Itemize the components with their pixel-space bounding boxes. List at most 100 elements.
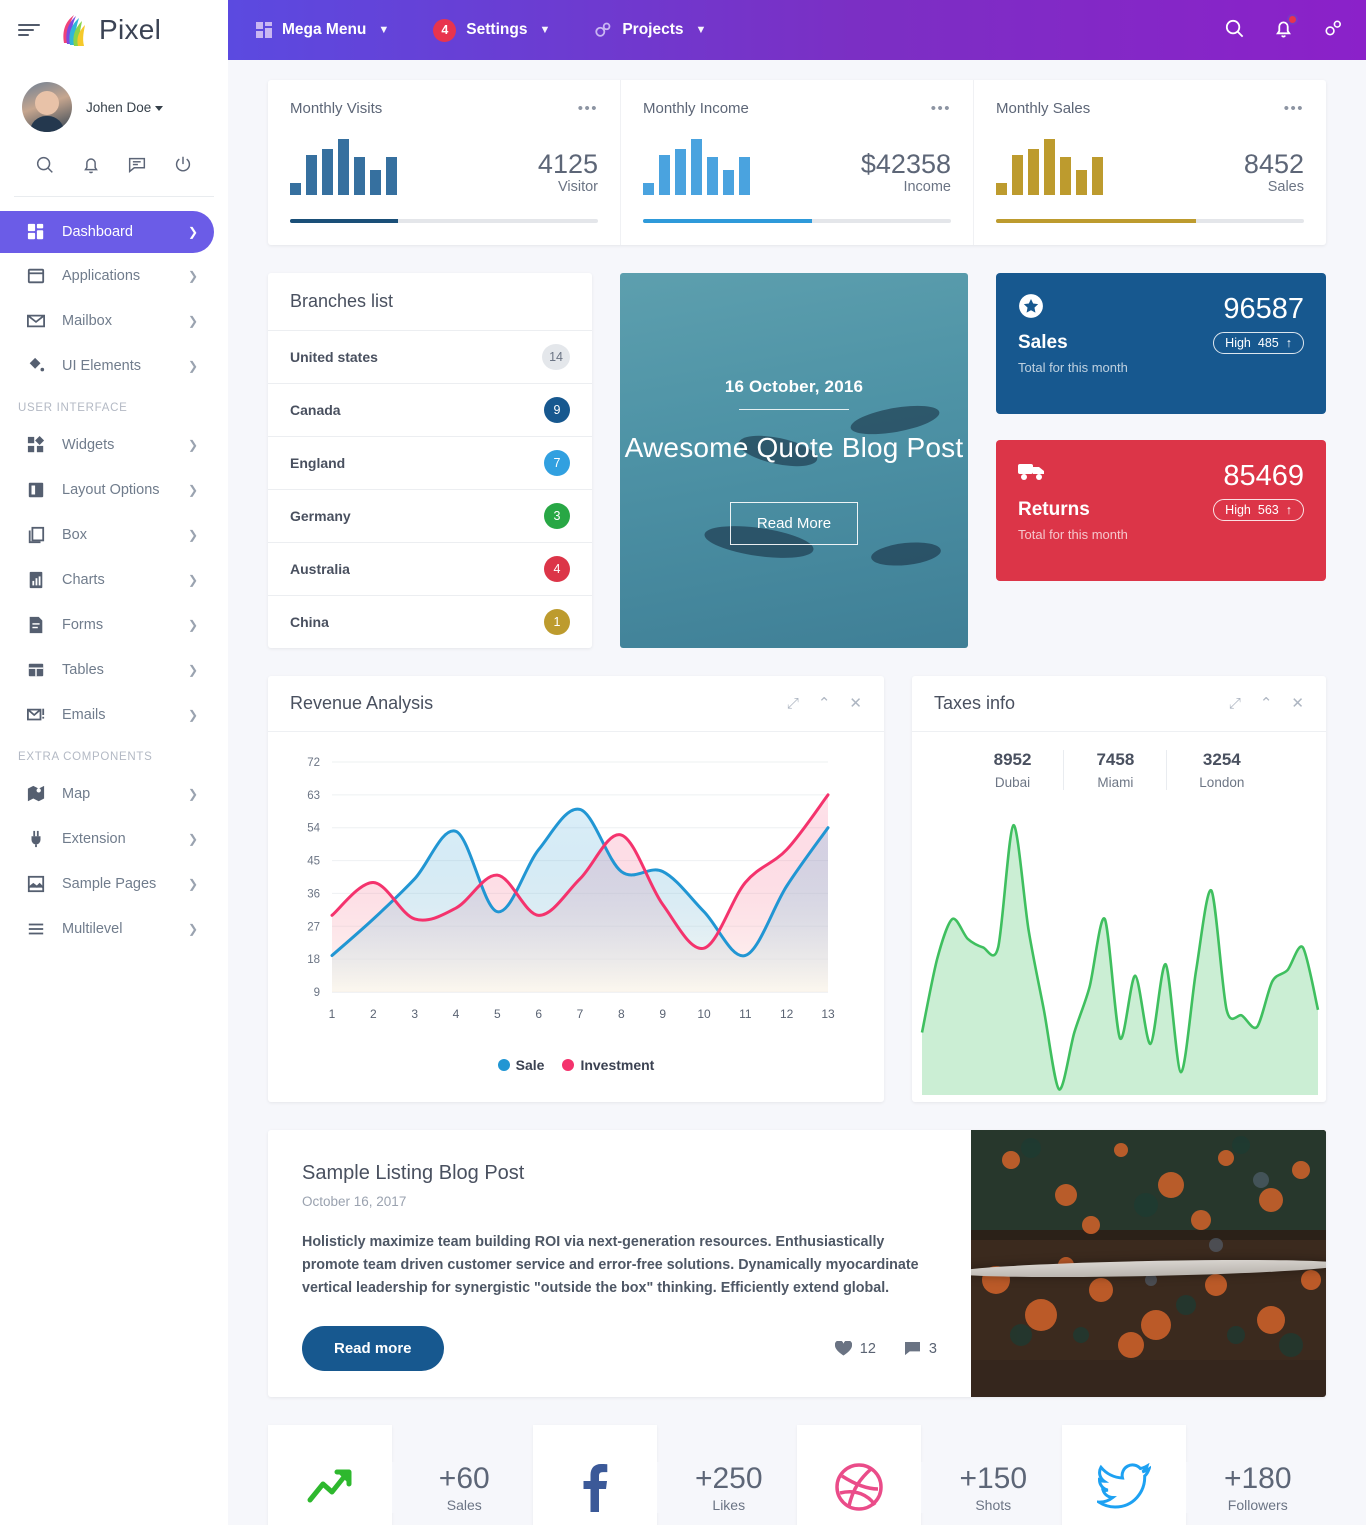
trending-up-icon	[268, 1425, 392, 1525]
sidebar-item-label: UI Elements	[62, 357, 141, 374]
sidebar-item-widgets[interactable]: Widgets ❯	[0, 422, 228, 467]
window-icon	[26, 266, 45, 285]
svg-text:3: 3	[411, 1007, 418, 1021]
hero-blog-card[interactable]: 16 October, 2016 Awesome Quote Blog Post…	[620, 273, 968, 648]
status-badge: 4	[544, 556, 570, 582]
sidebar-item-applications[interactable]: Applications ❯	[0, 253, 228, 298]
mini-bar-chart	[290, 139, 397, 195]
chevron-right-icon: ❯	[187, 831, 198, 846]
facebook-icon	[532, 1425, 657, 1525]
table-row[interactable]: England 7	[268, 437, 592, 490]
legend-item-investment[interactable]: Investment	[562, 1057, 654, 1073]
read-more-button[interactable]: Read more	[302, 1326, 444, 1372]
legend-label: Sale	[515, 1057, 545, 1073]
close-icon[interactable]: ✕	[1291, 696, 1304, 711]
expand-icon[interactable]: ⤢	[787, 696, 799, 711]
sidebar-item-map[interactable]: Map ❯	[0, 771, 228, 816]
comments-count: 3	[928, 1340, 937, 1357]
table-row[interactable]: China 1	[268, 596, 592, 648]
branch-name: Canada	[290, 402, 341, 418]
sidebar-item-box[interactable]: Box ❯	[0, 512, 228, 557]
legend-item-sale[interactable]: Sale	[497, 1057, 545, 1073]
content-area: Monthly Visits ••• 4125 Visitor Monthly …	[228, 60, 1366, 1525]
listing-image	[971, 1130, 1326, 1398]
likes-count: 12	[859, 1340, 876, 1357]
stat-unit: Visitor	[557, 179, 598, 195]
sidebar-item-extension[interactable]: Extension ❯	[0, 816, 228, 861]
stat-value: 3254	[1202, 750, 1241, 769]
read-more-button[interactable]: Read More	[729, 501, 859, 545]
more-options-icon[interactable]: •••	[578, 100, 598, 117]
heart-icon	[834, 1341, 852, 1356]
table-row[interactable]: Canada 9	[268, 384, 592, 437]
avatar[interactable]	[22, 82, 72, 132]
sidebar-item-emails[interactable]: Emails ❯	[0, 692, 228, 737]
sidebar-item-mailbox[interactable]: Mailbox ❯	[0, 298, 228, 343]
social-value: +180	[1223, 1461, 1292, 1495]
chip-value: 563	[1257, 503, 1279, 517]
settings-gear-icon[interactable]	[1321, 17, 1344, 43]
main-area: Mega Menu ▼ 4 Settings ▼ Projects ▼ Mont…	[228, 0, 1366, 1525]
twitter-icon	[1061, 1425, 1186, 1525]
paint-icon	[26, 356, 45, 375]
topbar-item-projects[interactable]: Projects ▼	[594, 21, 706, 39]
sidebar-item-forms[interactable]: Forms ❯	[0, 602, 228, 647]
topbar-item-settings[interactable]: 4 Settings ▼	[433, 18, 550, 42]
svg-text:1: 1	[329, 1007, 336, 1021]
forest-aerial-photo	[971, 1130, 1326, 1360]
table-row[interactable]: Germany 3	[268, 490, 592, 543]
branch-name: China	[290, 614, 329, 630]
sidebar-item-dashboard[interactable]: Dashboard ❯	[0, 211, 214, 253]
sidebar-item-charts[interactable]: Charts ❯	[0, 557, 228, 602]
more-options-icon[interactable]: •••	[1284, 100, 1304, 117]
collapse-icon[interactable]: ⌃	[1260, 696, 1273, 711]
stat-unit: Income	[903, 179, 951, 195]
svg-text:63: 63	[307, 790, 320, 802]
stat-value: 85469	[1223, 460, 1304, 492]
more-options-icon[interactable]: •••	[931, 100, 951, 117]
svg-text:11: 11	[739, 1007, 752, 1021]
chat-icon[interactable]	[126, 154, 148, 176]
branch-name: Germany	[290, 508, 351, 524]
email-alert-icon	[26, 705, 45, 724]
tax-stat-dubai: 8952 Dubai	[962, 750, 1064, 790]
svg-text:9: 9	[314, 987, 320, 999]
brand-row: Pixel	[0, 0, 228, 60]
social-card-sales: +60 Sales	[268, 1425, 533, 1525]
sidebar-item-multilevel[interactable]: Multilevel ❯	[0, 906, 228, 951]
hamburger-icon[interactable]	[18, 24, 40, 36]
svg-text:5: 5	[494, 1007, 501, 1021]
expand-icon[interactable]: ⤢	[1229, 696, 1241, 711]
topbar-item-mega-menu[interactable]: Mega Menu ▼	[256, 21, 389, 39]
bell-icon[interactable]	[80, 154, 102, 176]
settings-badge: 4	[433, 18, 457, 42]
branch-name: England	[290, 455, 346, 471]
chevron-right-icon: ❯	[187, 707, 198, 722]
comments-meta[interactable]: 3	[904, 1341, 937, 1357]
stat-card-monthly-sales: Monthly Sales ••• 8452 Sales	[973, 80, 1326, 245]
table-row[interactable]: Australia 4	[268, 543, 592, 596]
collapse-icon[interactable]: ⌃	[818, 696, 831, 711]
social-label: Sales	[446, 1496, 482, 1513]
table-row[interactable]: United states 14	[268, 331, 592, 384]
bell-icon[interactable]	[1272, 14, 1298, 43]
sidebar-item-tables[interactable]: Tables ❯	[0, 647, 228, 692]
sidebar-item-ui-elements[interactable]: UI Elements ❯	[0, 343, 228, 388]
power-icon[interactable]	[172, 154, 194, 176]
panel-title: Taxes info	[934, 693, 1016, 713]
likes-meta[interactable]: 12	[834, 1340, 876, 1357]
sidebar-item-layout-options[interactable]: Layout Options ❯	[0, 467, 228, 512]
brand-logo[interactable]: Pixel	[58, 13, 161, 47]
svg-text:45: 45	[307, 856, 320, 868]
close-icon[interactable]: ✕	[849, 696, 862, 711]
chevron-down-icon	[155, 105, 164, 111]
search-icon[interactable]	[34, 154, 56, 176]
stat-label: Sales	[1018, 332, 1068, 353]
sidebar-item-label: Extension	[62, 830, 126, 847]
right-stats-column: 96587 Sales High 485 ↑ Total for this mo…	[996, 273, 1326, 648]
search-icon[interactable]	[1223, 17, 1246, 43]
dashboard-icon	[26, 223, 45, 242]
user-name-dropdown[interactable]: Johen Doe	[86, 99, 164, 115]
chip-value: 485	[1257, 336, 1279, 350]
sidebar-item-sample-pages[interactable]: Sample Pages ❯	[0, 861, 228, 906]
